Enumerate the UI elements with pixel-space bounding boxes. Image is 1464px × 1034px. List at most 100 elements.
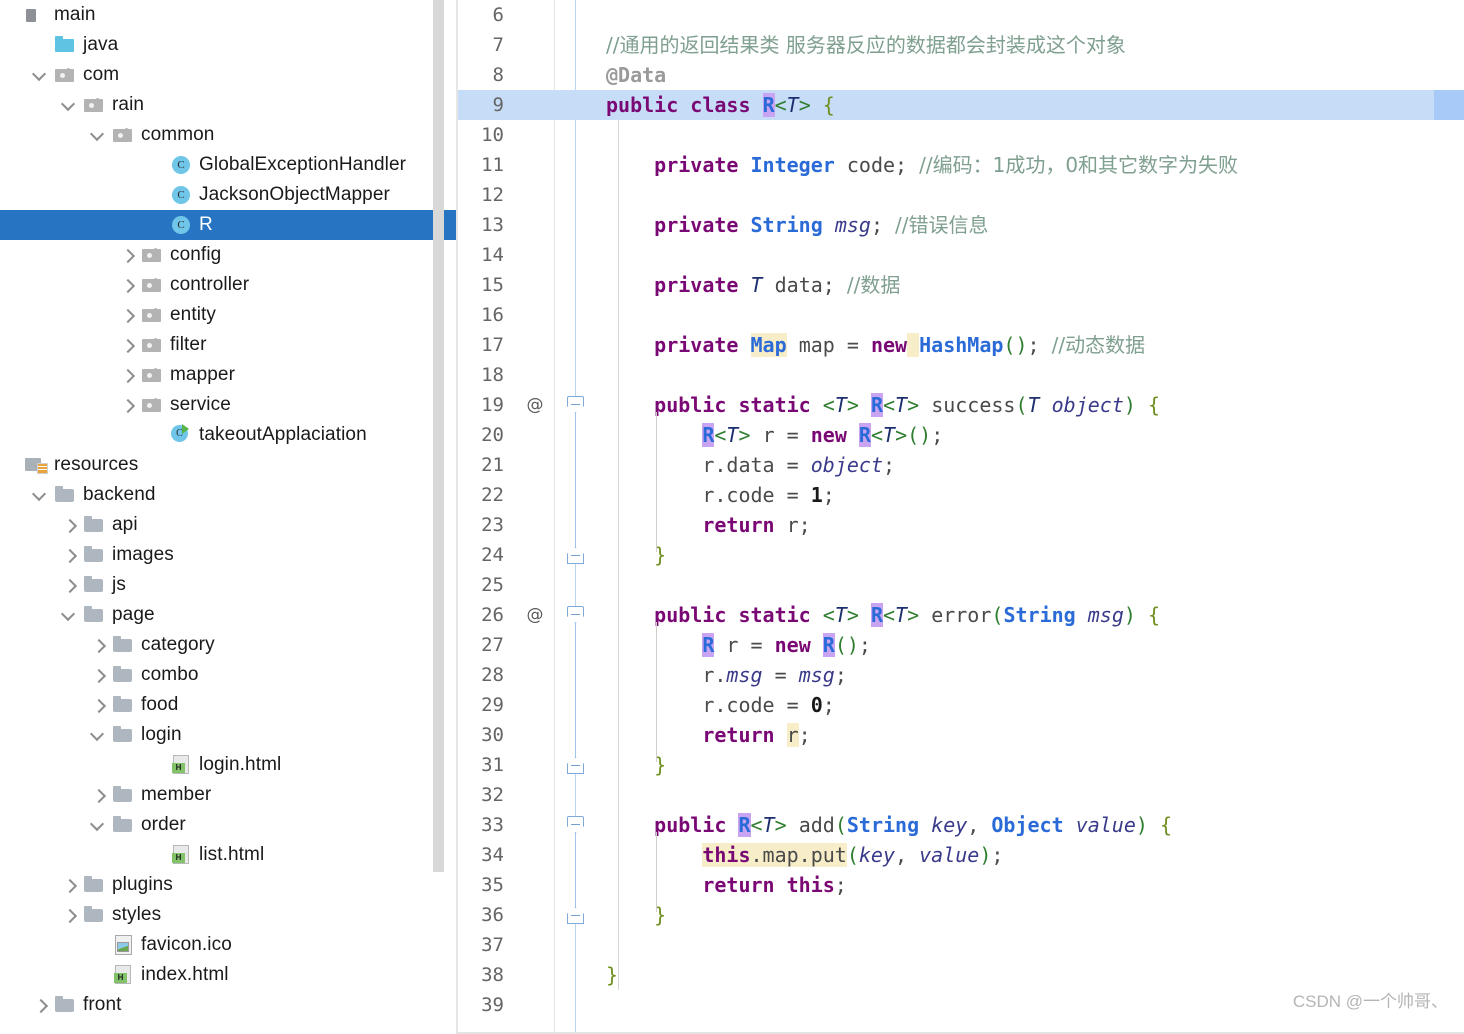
editor-line[interactable]: 38} <box>458 960 1464 990</box>
tree-item-r[interactable]: R <box>0 210 458 240</box>
editor-line[interactable]: 8 @Data <box>458 60 1464 90</box>
editor-line[interactable]: 31 } <box>458 750 1464 780</box>
editor-line[interactable]: 32 <box>458 780 1464 810</box>
editor-line[interactable]: 24 } <box>458 540 1464 570</box>
tree-item-plugins[interactable]: plugins <box>0 870 458 900</box>
package-folder-icon <box>53 60 79 90</box>
editor-line[interactable]: 15 private T data; //数据 <box>458 270 1464 300</box>
tree-item-resources[interactable]: resources <box>0 450 458 480</box>
editor-line[interactable]: 17 private Map map = new HashMap(); //动态… <box>458 330 1464 360</box>
editor-line[interactable]: 12 <box>458 180 1464 210</box>
tree-item-entity[interactable]: entity <box>0 300 458 330</box>
tree-item-food[interactable]: food <box>0 690 458 720</box>
code-editor[interactable]: 6 7 //通用的返回结果类 服务器反应的数据都会封装成这个对象 8 @Data 9 pub… <box>458 0 1464 1034</box>
tree-item-controller[interactable]: controller <box>0 270 458 300</box>
chevron-down-icon[interactable] <box>89 810 111 840</box>
tree-item-login-html[interactable]: login.html <box>0 750 458 780</box>
chevron-right-icon[interactable] <box>89 660 111 690</box>
tree-item-service[interactable]: service <box>0 390 458 420</box>
chevron-down-icon[interactable] <box>31 60 53 90</box>
project-tree-panel[interactable]: main java com rain common GlobalExceptionHand… <box>0 0 458 1034</box>
tree-item-takeoutapplaciation[interactable]: takeoutApplaciation <box>0 420 458 450</box>
editor-line[interactable]: 22 r.code = 1; <box>458 480 1464 510</box>
sidebar-scrollbar[interactable] <box>433 0 444 872</box>
tree-item-api[interactable]: api <box>0 510 458 540</box>
tree-item-index-html[interactable]: index.html <box>0 960 458 990</box>
editor-line[interactable]: 21 r.data = object; <box>458 450 1464 480</box>
tree-item-images[interactable]: images <box>0 540 458 570</box>
chevron-right-icon[interactable] <box>118 270 140 300</box>
tree-item-config[interactable]: config <box>0 240 458 270</box>
editor-line[interactable]: 33 public R<T> add(String key, Object va… <box>458 810 1464 840</box>
editor-line[interactable]: 10 <box>458 120 1464 150</box>
tree-item-java[interactable]: java <box>0 30 458 60</box>
tree-item-mapper[interactable]: mapper <box>0 360 458 390</box>
tree-item-list-html[interactable]: list.html <box>0 840 458 870</box>
tree-item-main[interactable]: main <box>0 0 458 30</box>
tree-item-jacksonobjectmapper[interactable]: JacksonObjectMapper <box>0 180 458 210</box>
tree-item-member[interactable]: member <box>0 780 458 810</box>
editor-line[interactable]: 26 @ public static <T> R<T> error(String … <box>458 600 1464 630</box>
editor-line[interactable]: 18 <box>458 360 1464 390</box>
editor-line[interactable]: 35 return this; <box>458 870 1464 900</box>
editor-line[interactable]: 13 private String msg; //错误信息 <box>458 210 1464 240</box>
editor-line[interactable]: 29 r.code = 0; <box>458 690 1464 720</box>
tree-item-front[interactable]: front <box>0 990 458 1020</box>
editor-line[interactable]: 7 //通用的返回结果类 服务器反应的数据都会封装成这个对象 <box>458 30 1464 60</box>
chevron-right-icon[interactable] <box>118 360 140 390</box>
tree-item-filter[interactable]: filter <box>0 330 458 360</box>
tree-item-globalexceptionhandler[interactable]: GlobalExceptionHandler <box>0 150 458 180</box>
editor-line[interactable]: 20 R<T> r = new R<T>(); <box>458 420 1464 450</box>
chevron-down-icon[interactable] <box>60 600 82 630</box>
annotation-gutter-icon[interactable]: @ <box>516 395 554 415</box>
chevron-right-icon[interactable] <box>118 240 140 270</box>
tree-item-order[interactable]: order <box>0 810 458 840</box>
editor-line[interactable]: 28 r.msg = msg; <box>458 660 1464 690</box>
editor-line[interactable]: 37 <box>458 930 1464 960</box>
editor-lines[interactable]: 6 7 //通用的返回结果类 服务器反应的数据都会封装成这个对象 8 @Data 9 pub… <box>458 0 1464 1020</box>
chevron-right-icon[interactable] <box>60 900 82 930</box>
editor-line[interactable]: 9 public class R<T> { <box>458 90 1464 120</box>
chevron-right-icon[interactable] <box>60 510 82 540</box>
editor-line[interactable]: 30 return r; <box>458 720 1464 750</box>
chevron-right-icon[interactable] <box>118 390 140 420</box>
tree-item-js[interactable]: js <box>0 570 458 600</box>
editor-line[interactable]: 27 R r = new R(); <box>458 630 1464 660</box>
tree-item-favicon-ico[interactable]: favicon.ico <box>0 930 458 960</box>
chevron-right-icon[interactable] <box>31 990 53 1020</box>
chevron-down-icon[interactable] <box>60 90 82 120</box>
chevron-right-icon[interactable] <box>89 780 111 810</box>
chevron-right-icon[interactable] <box>60 570 82 600</box>
editor-line[interactable]: 36 } <box>458 900 1464 930</box>
project-tree[interactable]: main java com rain common GlobalExceptionHand… <box>0 0 458 1020</box>
tree-item-page[interactable]: page <box>0 600 458 630</box>
tree-item-combo[interactable]: combo <box>0 660 458 690</box>
editor-line[interactable]: 11 private Integer code; //编码：1成功，0和其它数字… <box>458 150 1464 180</box>
editor-line[interactable]: 23 return r; <box>458 510 1464 540</box>
editor-line[interactable]: 16 <box>458 300 1464 330</box>
editor-line[interactable]: 19 @ public static <T> R<T> success(T obj… <box>458 390 1464 420</box>
chevron-right-icon[interactable] <box>118 330 140 360</box>
chevron-right-icon[interactable] <box>89 630 111 660</box>
tree-item-common[interactable]: common <box>0 120 458 150</box>
chevron-right-icon[interactable] <box>89 690 111 720</box>
chevron-down-icon[interactable] <box>31 480 53 510</box>
chevron-right-icon[interactable] <box>60 870 82 900</box>
chevron-right-icon[interactable] <box>118 300 140 330</box>
chevron-down-icon[interactable] <box>89 720 111 750</box>
tree-item-category[interactable]: category <box>0 630 458 660</box>
editor-line[interactable]: 6 <box>458 0 1464 30</box>
tree-item-rain[interactable]: rain <box>0 90 458 120</box>
chevron-right-icon[interactable] <box>60 540 82 570</box>
annotation-gutter-icon[interactable]: @ <box>516 605 554 625</box>
tree-item-login[interactable]: login <box>0 720 458 750</box>
editor-line[interactable]: 25 <box>458 570 1464 600</box>
editor-line[interactable]: 34 this.map.put(key, value); <box>458 840 1464 870</box>
tree-item-styles[interactable]: styles <box>0 900 458 930</box>
tree-item-com[interactable]: com <box>0 60 458 90</box>
tree-item-backend[interactable]: backend <box>0 480 458 510</box>
csdn-watermark: CSDN @一个帅哥、 <box>1292 992 1448 1011</box>
chevron-down-icon[interactable] <box>89 120 111 150</box>
editor-line[interactable]: 14 <box>458 240 1464 270</box>
